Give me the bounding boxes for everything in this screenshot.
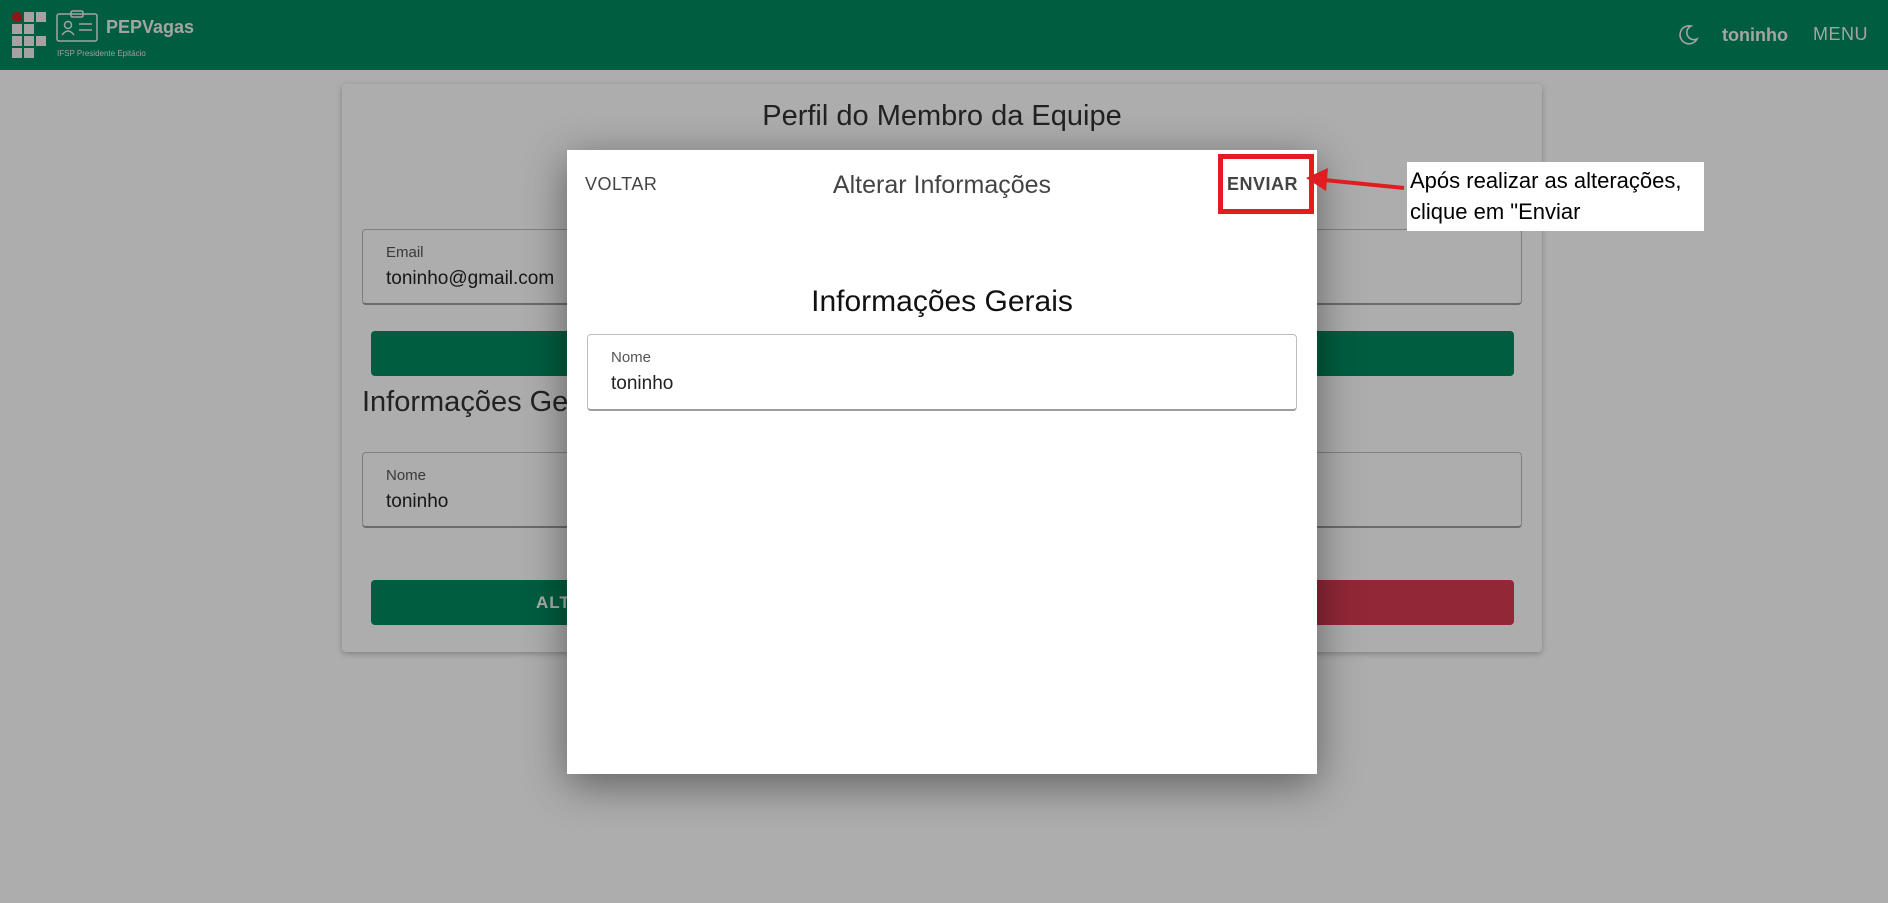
dialog-name-field[interactable]: Nome toninho: [587, 334, 1297, 411]
dialog-name-value: toninho: [611, 373, 674, 394]
dialog-section-title: Informações Gerais: [811, 285, 1073, 318]
arrow-icon: [1306, 168, 1405, 191]
edit-info-dialog: VOLTAR Alterar Informações ENVIAR Inform…: [567, 150, 1317, 774]
annotation-callout: Após realizar as alterações, clique em "…: [1407, 162, 1704, 231]
annotation-line-1: Após realizar as alterações,: [1410, 168, 1682, 193]
dialog-name-label: Nome: [611, 349, 652, 366]
annotation-line-2: clique em "Enviar: [1410, 199, 1581, 224]
dialog-title: Alterar Informações: [832, 171, 1052, 199]
